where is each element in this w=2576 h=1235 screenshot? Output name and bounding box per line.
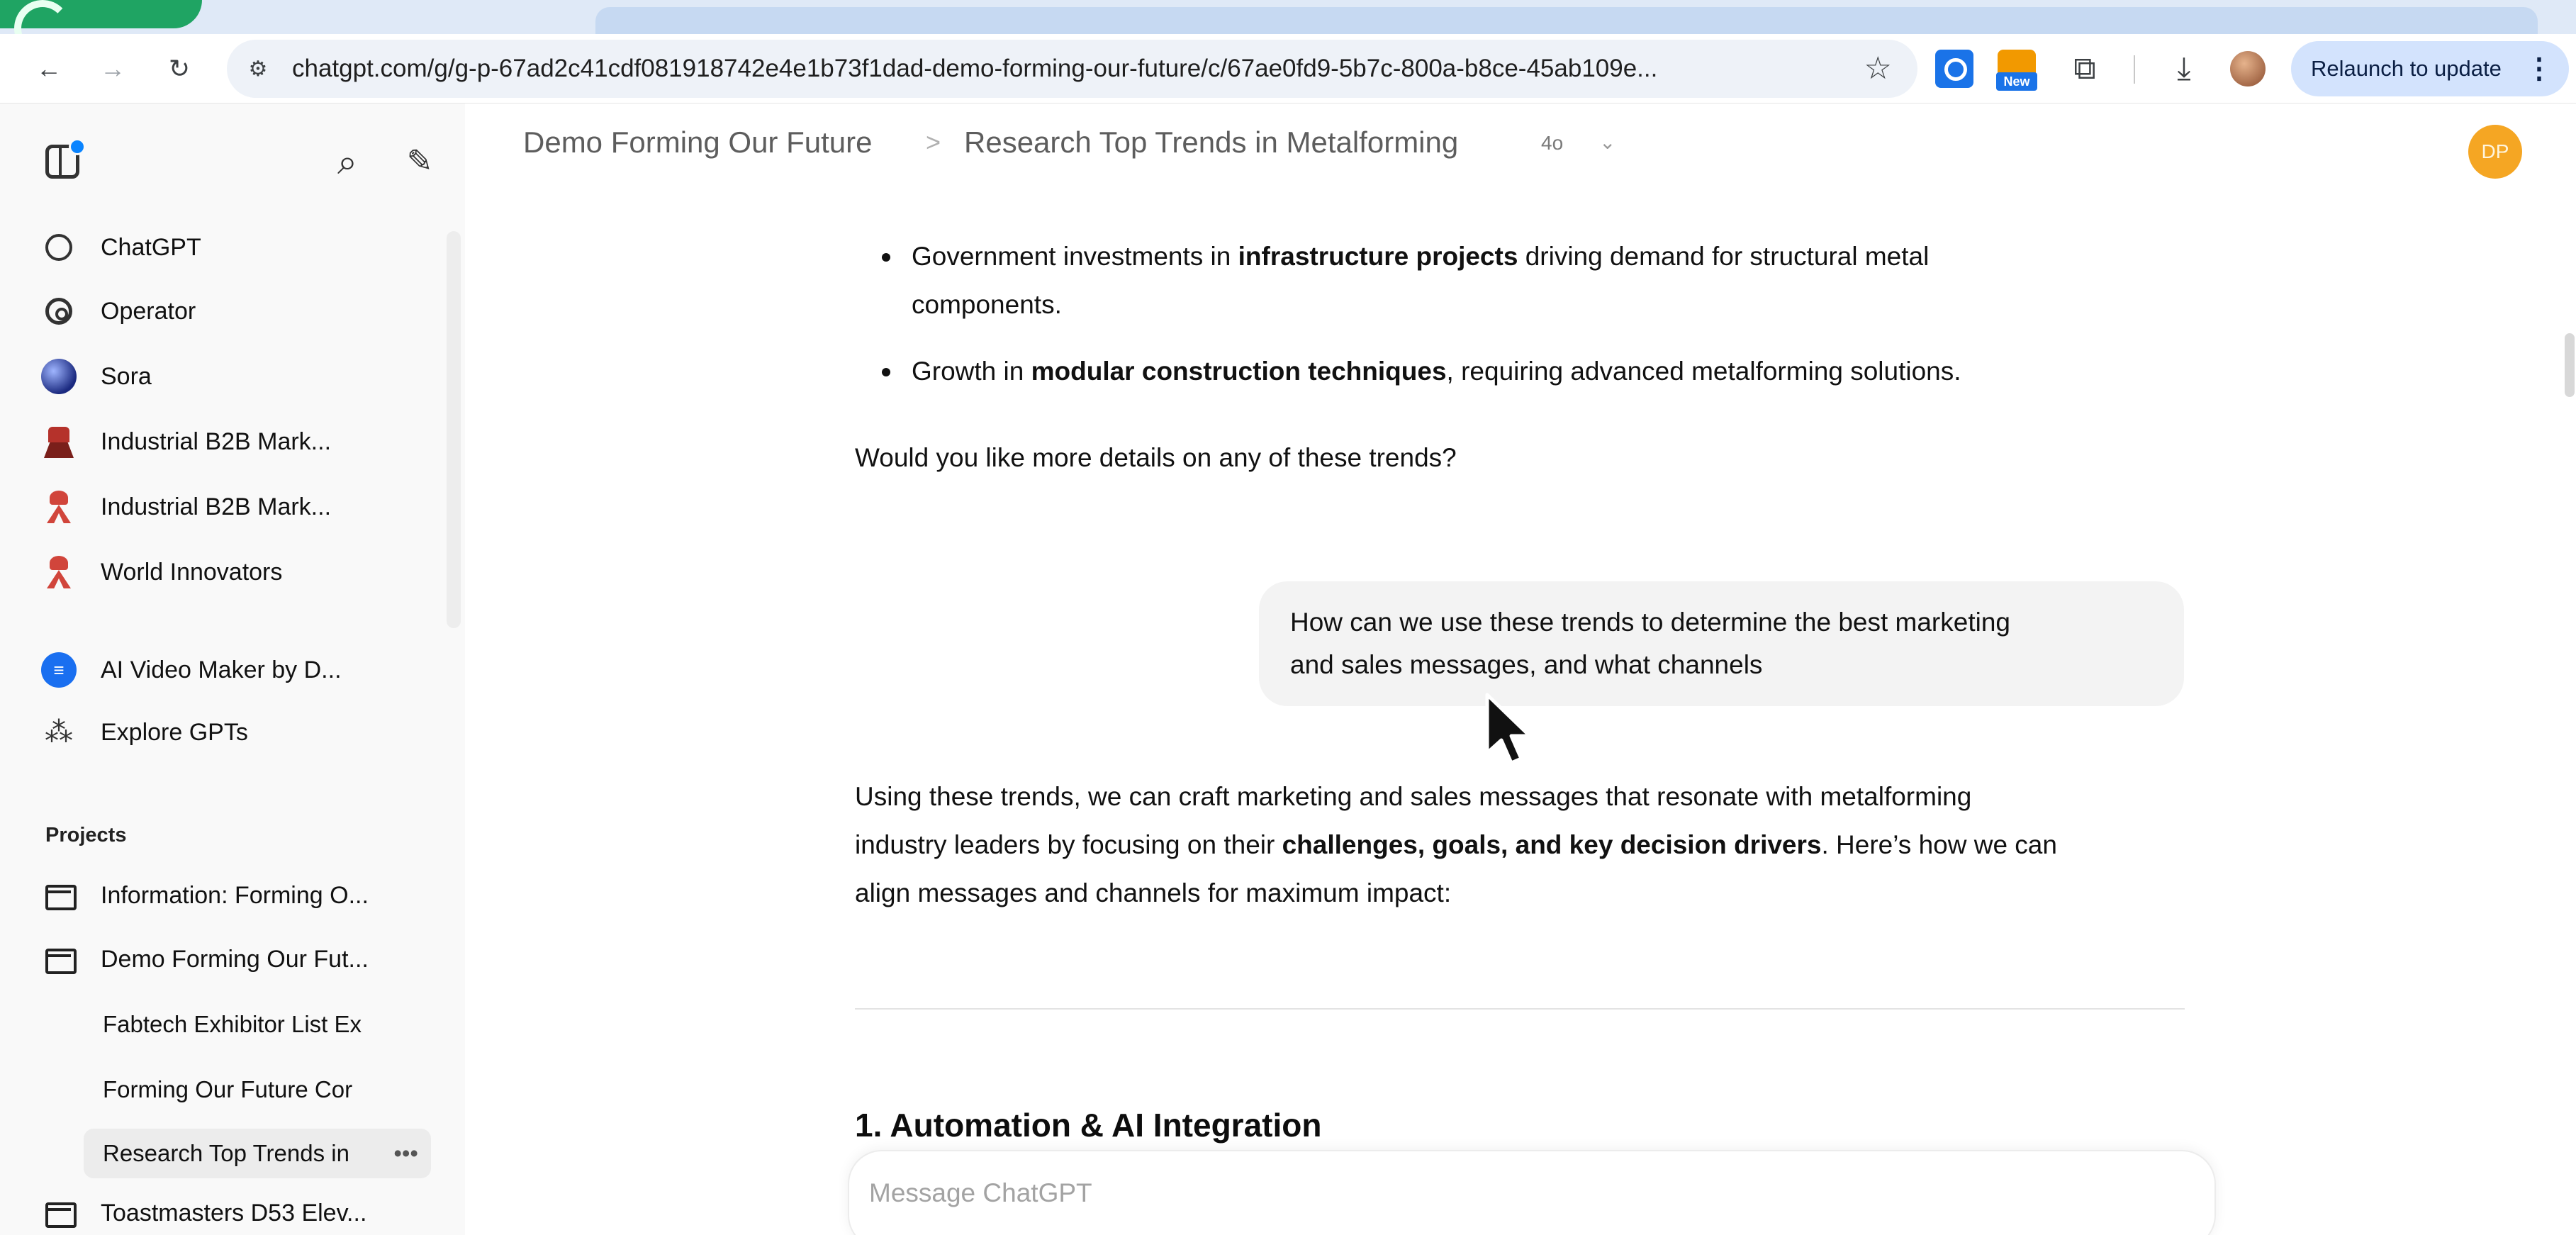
text-run: Government investments in (912, 242, 1238, 271)
relaunch-label: Relaunch to update (2311, 56, 2502, 81)
mouse-cursor-icon (1485, 693, 1532, 765)
section-divider (855, 1008, 2185, 1010)
bold-text: challenges, goals, and key decision driv… (1282, 830, 1822, 859)
grid-icon: ⁂ (45, 717, 73, 748)
breadcrumb-project[interactable]: Demo Forming Our Future (523, 104, 872, 181)
sidebar-item-ai-video-maker[interactable]: ≡ AI Video Maker by D... (41, 645, 438, 695)
text-run: industry leaders by focusing on their (855, 830, 1282, 859)
forward-arrow-icon[interactable]: → (95, 51, 130, 86)
sidebar-item-world-innovators[interactable]: World Innovators (41, 547, 438, 597)
projects-heading: Projects (45, 824, 127, 846)
sidebar-item-label: AI Video Maker by D... (101, 656, 342, 683)
sidebar-item-industrial-b2b-1[interactable]: Industrial B2B Mark... (41, 417, 438, 466)
sidebar: ⌕ ✎ ChatGPT Operator Sora Industrial B2B… (0, 104, 465, 1235)
text-run: , requiring advanced metalforming soluti… (1446, 357, 1961, 386)
sidebar-item-explore-gpts[interactable]: ⁂ Explore GPTs (41, 708, 438, 757)
text-run: components. (912, 290, 1062, 319)
text-run: . Here’s how we can (1821, 830, 2057, 859)
sidebar-item-label: Toastmasters D53 Elev... (101, 1199, 367, 1226)
gpt-figure-icon (41, 554, 77, 590)
chevron-down-icon[interactable]: ⌄ (1599, 104, 1615, 181)
folder-open-icon (41, 941, 77, 977)
folder-icon (41, 878, 77, 913)
sidebar-item-label: World Innovators (101, 558, 283, 586)
text-run: driving demand for structural metal (1518, 242, 1930, 271)
sidebar-item-label: Demo Forming Our Fut... (101, 945, 369, 973)
assistant-followup: Would you like more details on any of th… (855, 443, 1457, 472)
browser-tab-strip (0, 0, 2576, 57)
sidebar-item-chatgpt[interactable]: ChatGPT (41, 223, 438, 272)
address-bar[interactable]: ⚙ chatgpt.com/g/g-p-67ad2c41cdf081918742… (227, 40, 1917, 98)
user-avatar[interactable]: DP (2468, 125, 2522, 179)
operator-icon (45, 298, 72, 325)
sidebar-item-sora[interactable]: Sora (41, 352, 438, 401)
browser-profile-avatar[interactable] (2230, 51, 2266, 86)
more-vert-icon[interactable]: ⋮ (2525, 41, 2553, 96)
user-message-bubble: How can we use these trends to determine… (1259, 581, 2184, 706)
video-maker-icon: ≡ (41, 652, 77, 688)
sidebar-item-operator[interactable]: Operator (41, 286, 438, 336)
bold-text: modular construction techniques (1031, 357, 1447, 386)
sidebar-project-information[interactable]: Information: Forming O... (41, 871, 438, 920)
sidebar-scrollbar[interactable] (447, 231, 461, 628)
main-scrollbar[interactable] (2565, 333, 2575, 397)
project-chat-research-top-trends[interactable]: Research Top Trends in ••• (84, 1129, 431, 1178)
section-heading: 1. Automation & AI Integration (855, 1107, 1322, 1144)
sidebar-project-demo[interactable]: Demo Forming Our Fut... (41, 934, 438, 984)
chat-title: Research Top Trends in Metalforming (964, 125, 1459, 159)
sidebar-item-label: Sora (101, 362, 152, 390)
sidebar-item-label: Operator (101, 297, 196, 325)
url-text[interactable]: chatgpt.com/g/g-p-67ad2c41cdf081918742e4… (292, 40, 1795, 98)
extensions-puzzle-icon[interactable]: ⧉ (2064, 48, 2105, 89)
bookmark-star-icon[interactable]: ☆ (1864, 51, 1892, 86)
text-run: align messages and channels for maximum … (855, 878, 1452, 907)
breadcrumb-separator: > (926, 128, 941, 157)
text-run: Growth in (912, 357, 1031, 386)
search-icon[interactable]: ⌕ (326, 140, 369, 183)
list-item: Government investments in infrastructure… (882, 233, 2202, 329)
gpt-figure-icon (41, 489, 77, 525)
model-selector[interactable]: 4o (1541, 104, 1563, 183)
extension-new-icon[interactable]: New (1996, 50, 2037, 91)
browser-active-tab[interactable] (595, 7, 2538, 34)
reload-icon[interactable]: ↻ (162, 51, 197, 86)
assistant-answer: Using these trends, we can craft marketi… (855, 773, 2216, 917)
sidebar-item-label: ChatGPT (101, 233, 201, 261)
sora-icon (41, 359, 77, 394)
more-options-icon[interactable]: ••• (393, 1129, 418, 1178)
openai-logo-icon (45, 234, 72, 261)
sidebar-item-label: Industrial B2B Mark... (101, 493, 332, 520)
folder-icon (41, 1195, 77, 1231)
text-run: Using these trends, we can craft marketi… (855, 782, 1972, 811)
bold-text: infrastructure projects (1238, 242, 1518, 271)
list-item: Growth in modular construction technique… (882, 347, 2202, 396)
extension-new-badge: New (1996, 72, 2037, 91)
toolbar-divider (2134, 55, 2135, 84)
sidebar-item-label: Research Top Trends in (103, 1140, 349, 1166)
chat-header: Demo Forming Our Future > Research Top T… (465, 104, 2576, 181)
composer-placeholder[interactable]: Message ChatGPT (869, 1178, 1092, 1208)
project-chat-forming-our-future[interactable]: Forming Our Future Cor (103, 1065, 401, 1114)
screen: ← → ↻ ⚙ chatgpt.com/g/g-p-67ad2c41cdf081… (0, 0, 2576, 1235)
relaunch-button[interactable]: Relaunch to update ⋮ (2291, 41, 2569, 96)
app-logo-icon (0, 0, 202, 57)
site-settings-icon[interactable]: ⚙ (244, 55, 272, 84)
download-icon[interactable]: ⤓ (2163, 48, 2205, 89)
browser-toolbar: ← → ↻ ⚙ chatgpt.com/g/g-p-67ad2c41cdf081… (0, 34, 2576, 104)
sidebar-project-toastmasters[interactable]: Toastmasters D53 Elev... (41, 1188, 438, 1235)
gpt-robot-icon (41, 424, 77, 459)
new-chat-icon[interactable]: ✎ (398, 140, 441, 183)
user-message-line: and sales messages, and what channels (1290, 650, 1763, 679)
message-composer[interactable]: Message ChatGPT (848, 1150, 2216, 1235)
sidebar-item-label: Industrial B2B Mark... (101, 428, 332, 455)
sidebar-item-label: Explore GPTs (101, 718, 248, 746)
sidebar-toggle-icon[interactable] (45, 138, 86, 179)
sidebar-item-industrial-b2b-2[interactable]: Industrial B2B Mark... (41, 482, 438, 532)
sidebar-item-label: Information: Forming O... (101, 881, 369, 909)
back-arrow-icon[interactable]: ← (31, 51, 67, 86)
user-message-line: How can we use these trends to determine… (1290, 608, 2010, 637)
extension-search-icon[interactable] (1935, 50, 1973, 88)
project-chat-fabtech[interactable]: Fabtech Exhibitor List Ex (103, 1000, 401, 1049)
